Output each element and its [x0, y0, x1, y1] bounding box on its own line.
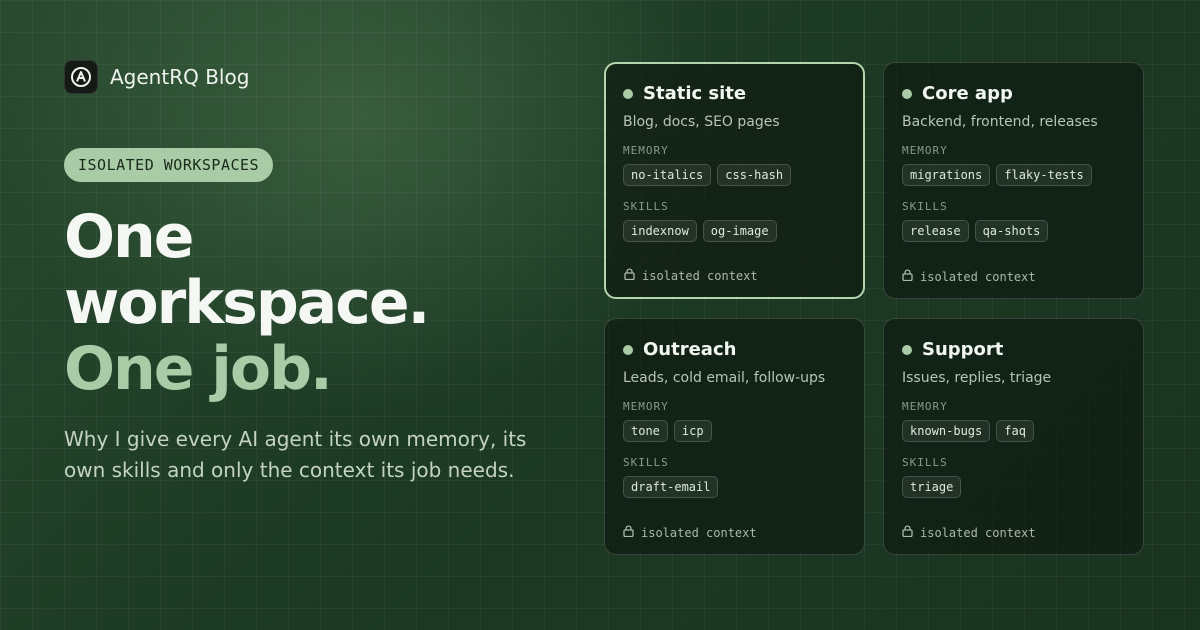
skills-label: SKILLS [902, 456, 948, 469]
isolated-context-label: isolated context [641, 525, 757, 540]
hero: AgentRQ Blog ISOLATED WORKSPACES One wor… [64, 60, 564, 486]
memory-tags: tone icp [623, 420, 846, 442]
card-title: Static site [643, 83, 747, 104]
headline-line-2: One job. [64, 334, 333, 404]
memory-tag: faq [996, 420, 1034, 442]
card-footer: isolated context [902, 525, 1036, 540]
memory-label: MEMORY [902, 144, 948, 157]
skills-label: SKILLS [623, 200, 669, 213]
skill-tag: qa-shots [974, 220, 1049, 242]
isolated-context-label: isolated context [642, 268, 758, 283]
memory-tag: css-hash [717, 164, 792, 186]
memory-tag: no-italics [623, 164, 712, 186]
memory-tag: migrations [902, 164, 991, 186]
card-header: Static site [623, 83, 846, 104]
memory-tag: icp [673, 420, 712, 442]
card-title: Outreach [643, 339, 737, 360]
status-dot-icon [902, 88, 912, 99]
card-description: Leads, cold email, follow-ups [623, 370, 826, 386]
card-footer: isolated context [902, 269, 1036, 284]
workspace-card-support[interactable]: Support Issues, replies, triage MEMORY k… [883, 318, 1144, 555]
card-header: Core app [902, 83, 1125, 104]
workspace-card-core-app[interactable]: Core app Backend, frontend, releases MEM… [883, 62, 1144, 299]
brand[interactable]: AgentRQ Blog [64, 60, 564, 94]
lock-icon [624, 268, 635, 283]
skills-tags: release qa-shots [902, 220, 1125, 242]
card-title: Support [922, 339, 1004, 360]
memory-tag: known-bugs [902, 420, 991, 442]
skill-tag: triage [902, 476, 962, 498]
card-title: Core app [922, 83, 1013, 104]
skills-tags: indexnow og-image [623, 220, 846, 242]
agentrq-logo-icon [64, 60, 98, 94]
memory-tags: known-bugs faq [902, 420, 1125, 442]
memory-label: MEMORY [902, 400, 948, 413]
status-dot-icon [623, 88, 633, 99]
card-description: Issues, replies, triage [902, 370, 1052, 386]
skill-tag: og-image [702, 220, 777, 242]
skills-label: SKILLS [623, 456, 669, 469]
skills-tags: draft-email [623, 476, 846, 498]
card-header: Outreach [623, 339, 846, 360]
skills-tags: triage [902, 476, 1125, 498]
subtitle: Why I give every AI agent its own memory… [64, 427, 527, 482]
skills-label: SKILLS [902, 200, 948, 213]
memory-tags: migrations flaky-tests [902, 164, 1125, 186]
lock-icon [902, 525, 913, 540]
lock-icon [623, 525, 634, 540]
card-footer: isolated context [623, 525, 757, 540]
page-title: One workspace. One job. [64, 204, 564, 402]
isolated-context-label: isolated context [920, 525, 1036, 540]
status-dot-icon [902, 344, 912, 355]
brand-name: AgentRQ Blog [110, 65, 250, 89]
status-dot-icon [623, 344, 633, 355]
headline-line-1: One workspace. [64, 202, 430, 338]
memory-label: MEMORY [623, 400, 669, 413]
skill-tag: draft-email [623, 476, 719, 498]
card-description: Blog, docs, SEO pages [623, 114, 780, 130]
memory-tags: no-italics css-hash [623, 164, 846, 186]
skill-tag: indexnow [623, 220, 697, 242]
isolated-context-label: isolated context [920, 269, 1036, 284]
card-description: Backend, frontend, releases [902, 114, 1098, 130]
lock-icon [902, 269, 913, 284]
category-badge: ISOLATED WORKSPACES [64, 148, 274, 182]
memory-tag: tone [623, 420, 668, 442]
workspace-card-outreach[interactable]: Outreach Leads, cold email, follow-ups M… [604, 318, 865, 555]
memory-tag: flaky-tests [996, 164, 1092, 186]
skill-tag: release [902, 220, 969, 242]
card-footer: isolated context [624, 268, 758, 283]
memory-label: MEMORY [623, 144, 669, 157]
card-header: Support [902, 339, 1125, 360]
workspace-card-static-site[interactable]: Static site Blog, docs, SEO pages MEMORY… [604, 62, 865, 299]
